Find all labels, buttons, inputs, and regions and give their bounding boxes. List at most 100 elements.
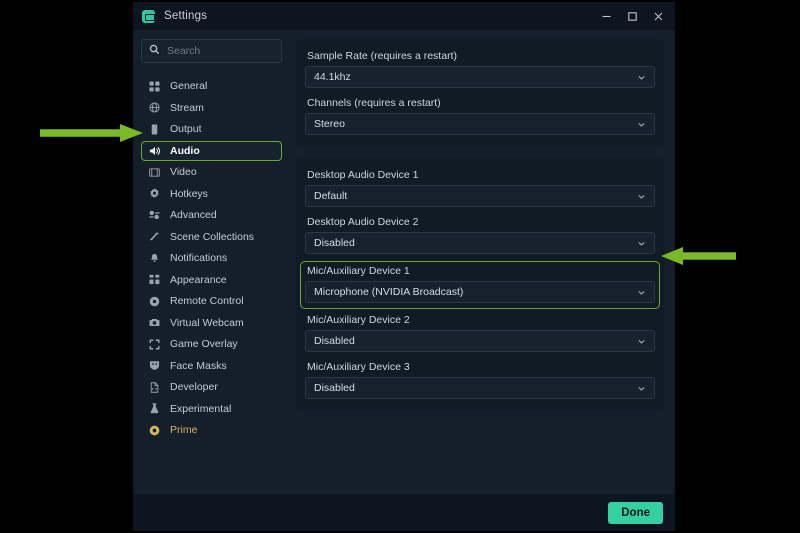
gear-icon [148,188,161,199]
field-mic-auxiliary-device-3: Mic/Auxiliary Device 3 Disabled [305,359,655,399]
audio-devices-card: Desktop Audio Device 1 Default Desktop A… [296,158,664,410]
sidebar-item-remote-control[interactable]: Remote Control [141,291,282,311]
done-button[interactable]: Done [608,501,663,524]
minimize-icon[interactable] [593,3,619,29]
sidebar-item-label: Advanced [170,209,217,221]
close-icon[interactable] [645,3,671,29]
mic-auxiliary-device-3-select[interactable]: Disabled [305,377,655,399]
select-value: Disabled [314,382,355,394]
mic-auxiliary-device-1-select[interactable]: Microphone (NVIDIA Broadcast) [305,281,655,303]
sidebar-item-label: Experimental [170,402,232,415]
sidebar-item-label: Appearance [170,273,227,286]
camera-icon [148,317,161,328]
sidebar-nav: General Stream Output Audio Video Hotkey… [141,76,282,442]
prime-icon [148,425,161,436]
grid-icon [148,80,161,92]
sidebar-item-game-overlay[interactable]: Game Overlay [141,334,282,354]
globe-icon [148,102,161,113]
device-icon [148,124,161,135]
desktop-audio-device-1-select[interactable]: Default [305,185,655,207]
sidebar-item-experimental[interactable]: Experimental [141,399,282,419]
expand-icon [148,339,161,350]
sidebar-item-label: Scene Collections [170,230,255,243]
sidebar-item-label: Virtual Webcam [170,316,244,329]
sidebar-item-label: Remote Control [170,295,244,307]
speaker-icon [148,145,161,157]
sidebar-item-developer[interactable]: Developer [141,377,282,397]
flask-icon [148,403,161,414]
sidebar-item-output[interactable]: Output [141,119,282,139]
sidebar-item-label: Prime [170,424,198,436]
field-label: Mic/Auxiliary Device 3 [307,361,410,373]
settings-app-icon [142,9,155,23]
mask-icon [148,360,161,371]
screenshot-root: Settings Search General Stream Output Au… [0,0,800,533]
select-value: Disabled [314,237,355,249]
chevron-down-icon [637,192,646,201]
sidebar-item-notifications[interactable]: Notifications [141,248,282,268]
sample-rate-select[interactable]: 44.1khz [305,66,655,88]
window-body: Search General Stream Output Audio Video… [133,30,675,494]
wand-icon [148,231,161,242]
sidebar-item-label: General [170,80,208,92]
settings-sidebar: Search General Stream Output Audio Video… [133,30,290,494]
mic-auxiliary-device-2-select[interactable]: Disabled [305,330,655,352]
search-icon [149,42,160,60]
chevron-down-icon [637,239,646,248]
arrow-pointing-to-mic-device [661,247,736,265]
field-mic-auxiliary-device-1: Mic/Auxiliary Device 1 Microphone (NVIDI… [300,261,660,309]
bell-icon [148,253,161,264]
settings-content: Sample Rate (requires a restart) 44.1khz… [290,30,675,494]
field-label: Desktop Audio Device 1 [307,169,419,181]
field-channels: Channels (requires a restart) Stereo [305,95,655,135]
chevron-down-icon [637,337,646,346]
field-sample-rate: Sample Rate (requires a restart) 44.1khz [305,48,655,88]
sidebar-item-prime[interactable]: Prime [141,420,282,440]
field-desktop-audio-device-1: Desktop Audio Device 1 Default [305,167,655,207]
desktop-audio-device-2-select[interactable]: Disabled [305,232,655,254]
select-value: 44.1khz [314,71,351,83]
sidebar-item-label: Hotkeys [170,187,208,200]
sidebar-item-video[interactable]: Video [141,162,282,182]
sidebar-item-virtual-webcam[interactable]: Virtual Webcam [141,313,282,333]
field-label: Sample Rate (requires a restart) [307,50,457,62]
sidebar-item-stream[interactable]: Stream [141,98,282,118]
sidebar-item-label: Video [170,166,197,178]
sidebar-item-label: Audio [170,144,200,157]
sidebar-item-scene-collections[interactable]: Scene Collections [141,227,282,247]
chevron-down-icon [637,73,646,82]
chevron-down-icon [637,120,646,129]
sidebar-item-general[interactable]: General [141,76,282,96]
sidebar-item-label: Stream [170,101,204,114]
arrow-pointing-to-audio-tab [40,124,143,142]
record-icon [148,296,161,307]
file-code-icon [148,381,161,393]
window-controls [593,3,671,29]
select-value: Disabled [314,335,355,347]
sidebar-item-face-masks[interactable]: Face Masks [141,356,282,376]
select-value: Stereo [314,118,345,130]
search-placeholder: Search [167,45,201,57]
sidebar-item-label: Face Masks [170,359,227,372]
sidebar-item-advanced[interactable]: Advanced [141,205,282,225]
chevron-down-icon [637,384,646,393]
window-titlebar: Settings [133,2,675,30]
window-title: Settings [164,10,208,22]
channels-select[interactable]: Stereo [305,113,655,135]
monitor-icon [148,167,161,178]
sidebar-item-label: Output [170,123,202,135]
field-label: Mic/Auxiliary Device 1 [307,265,410,277]
select-value: Default [314,190,348,202]
settings-window: Settings Search General Stream Output Au… [133,2,675,531]
select-value: Microphone (NVIDIA Broadcast) [314,286,464,298]
layout-icon [148,274,161,285]
field-label: Mic/Auxiliary Device 2 [307,314,410,326]
maximize-icon[interactable] [619,3,645,29]
search-input[interactable]: Search [141,39,282,63]
sliders-icon [148,210,161,221]
field-label: Desktop Audio Device 2 [307,216,419,228]
sidebar-item-appearance[interactable]: Appearance [141,270,282,290]
sidebar-item-audio[interactable]: Audio [141,140,282,161]
sidebar-item-hotkeys[interactable]: Hotkeys [141,184,282,204]
sidebar-item-label: Developer [170,381,218,393]
